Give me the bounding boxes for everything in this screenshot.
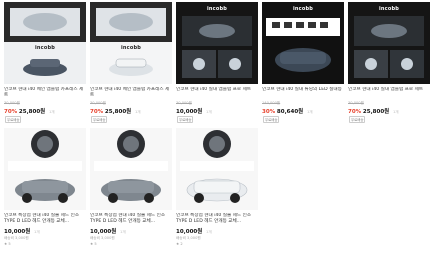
product-title[interactable]: 인코브 특장점 현대 i40 실물 헤드 인조 TYPE D LED 헤드 안개… [176,213,258,226]
product-thumbnail[interactable]: incobb [262,2,344,84]
product-card[interactable]: 인코브 특장점 현대 i40 실물 헤드 인조 TYPE D LED 헤드 안개… [4,128,86,246]
car-image [90,2,172,84]
shipping-badge: 무료배송 [177,116,194,123]
brand-logo: incobb [292,6,314,12]
product-title[interactable]: 인코브 현대 i40 실내 엠블럼 프로 세트 [176,87,258,100]
product-card[interactable]: 인코브 특장점 현대 i40 실물 헤드 인조 TYPE D LED 헤드 안개… [90,128,172,246]
product-grid: incobb 인코브 현대 i40 메인 엠블럼 카프레스 세트 30,000원… [0,0,440,257]
sale-price: 80,640원 [276,109,304,115]
review-score: ★ 5 [4,242,11,246]
unit: 1개 [134,110,141,114]
unit: 1개 [48,110,55,114]
product-title[interactable]: 인코브 현대 i40 메인 엠블럼 카프레스 세트 [4,87,86,100]
original-price: 140,000원 [262,101,281,105]
brand-logo: incobb [206,6,228,12]
brand-logo: incobb [120,45,142,51]
shipping-badge: 무료배송 [91,116,108,123]
product-title[interactable]: 인코브 특장점 현대 i40 실물 헤드 인조 TYPE D LED 헤드 안개… [90,213,172,226]
unit: 1개 [34,230,40,234]
car-image [8,130,82,203]
product-thumbnail[interactable] [4,128,86,210]
review-score: ★ 2 [176,242,183,246]
original-price: 30,000원 [348,101,364,105]
product-card[interactable]: incobb 인코브 현대 i40 실내 엠블럼 프로 세트 30,000원 1… [176,2,258,123]
product-thumbnail[interactable] [176,128,258,210]
product-title[interactable]: 인코브 현대 i40 실내 튜닝의 LED 실내등 [262,87,344,100]
product-title[interactable]: 인코브 현대 i40 메인 엠블럼 카프레스 세트 [90,87,172,100]
product-card[interactable]: incobb 인코브 현대 i40 실내 튜닝의 LED 실내등 140,000… [262,2,344,123]
unit: 1개 [392,110,399,114]
shipping-fee: 배송비 3,000원 [4,236,29,240]
unit: 1개 [206,110,212,114]
shipping-badge: 무료배송 [263,116,280,123]
original-price: 30,000원 [4,101,20,105]
discount-rate: 70% [4,109,18,115]
product-thumbnail[interactable]: incobb [348,2,430,84]
shipping-badge: 무료배송 [5,116,22,123]
discount-rate: 30% [262,109,276,115]
car-image [4,2,86,84]
product-thumbnail[interactable]: incobb [176,2,258,84]
shipping-fee: 배송비 3,000원 [90,236,115,240]
car-image [262,2,344,84]
product-thumbnail[interactable] [90,128,172,210]
car-image [176,2,258,84]
sale-price: 10,000원 [90,229,117,235]
car-image [180,130,254,203]
product-title[interactable]: 인코브 특장점 현대 i40 실물 헤드 인조 TYPE D LED 헤드 안개… [4,213,86,226]
sale-price: 25,800원 [18,109,46,115]
unit: 1개 [306,110,313,114]
sale-price: 25,800원 [362,109,390,115]
discount-rate: 70% [90,109,104,115]
unit: 1개 [206,230,212,234]
original-price: 30,000원 [90,101,106,105]
sale-price: 10,000원 [4,229,31,235]
brand-logo: incobb [378,6,400,12]
product-card[interactable]: 인코브 특장점 현대 i40 실물 헤드 인조 TYPE D LED 헤드 안개… [176,128,258,246]
discount-rate: 70% [348,109,362,115]
product-card[interactable]: incobb 인코브 현대 i40 실내 엠블럼 프로 세트 30,000원 7… [348,2,430,123]
brand-logo: incobb [34,45,56,51]
sale-price: 10,000원 [176,109,203,115]
product-title[interactable]: 인코브 현대 i40 실내 엠블럼 프로 세트 [348,87,430,100]
car-image [348,2,430,84]
product-card[interactable]: incobb 인코브 현대 i40 메인 엠블럼 카프레스 세트 30,000원… [4,2,86,123]
shipping-fee: 배송비 3,000원 [176,236,201,240]
original-price: 30,000원 [176,101,192,105]
shipping-badge: 무료배송 [349,116,366,123]
product-card[interactable]: incobb 인코브 현대 i40 메인 엠블럼 카프레스 세트 30,000원… [90,2,172,123]
unit: 1개 [120,230,126,234]
sale-price: 10,000원 [176,229,203,235]
sale-price: 25,800원 [104,109,132,115]
product-thumbnail[interactable]: incobb [4,2,86,84]
product-thumbnail[interactable]: incobb [90,2,172,84]
car-image [94,130,168,203]
review-score: ★ 5 [90,242,97,246]
